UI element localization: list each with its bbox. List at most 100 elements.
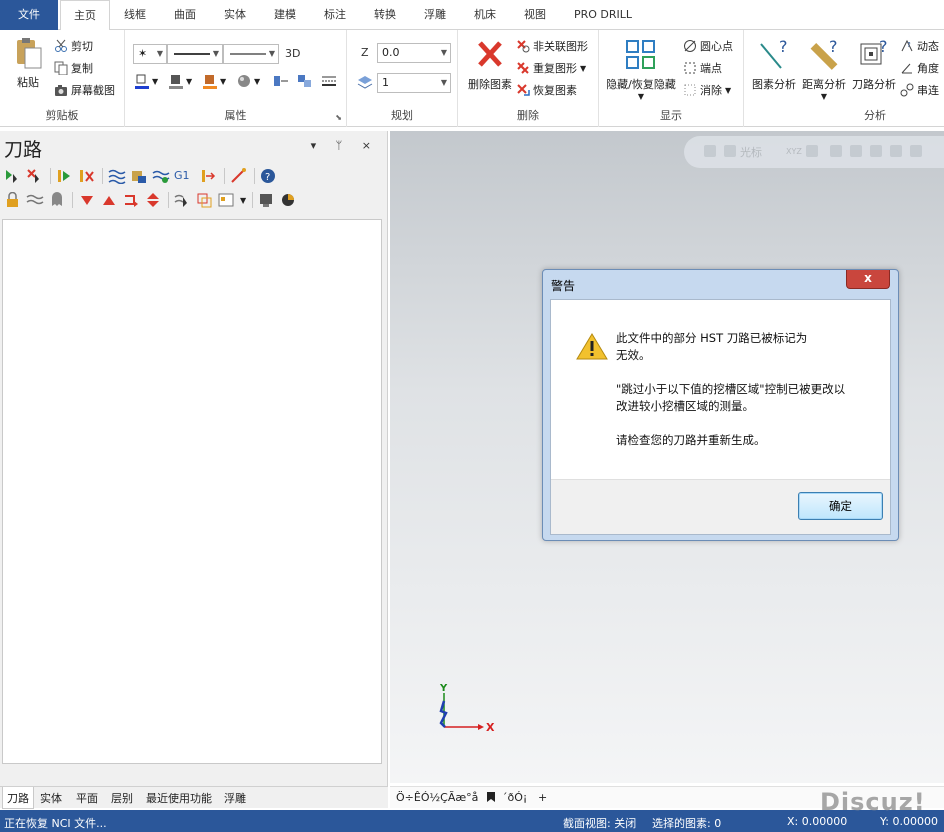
line-width-select[interactable]: ▼ — [223, 44, 279, 64]
entity-analysis-label: 图素分析 — [752, 78, 796, 91]
chain-analysis-label: 串连 — [917, 84, 939, 97]
center-point-button[interactable]: 圆心点 — [683, 38, 733, 54]
body-select-icon[interactable] — [890, 145, 902, 157]
lock-icon[interactable] — [4, 191, 22, 208]
wireframe-color-button[interactable]: ▼ — [135, 74, 158, 89]
tab-relief[interactable]: 浮雕 — [414, 0, 456, 30]
select-all-operations-icon[interactable] — [4, 168, 22, 184]
tab-transform[interactable]: 转换 — [364, 0, 406, 30]
cursor-icon[interactable] — [724, 145, 736, 157]
face-select-icon[interactable] — [870, 145, 882, 157]
tab-surface[interactable]: 曲面 — [164, 0, 206, 30]
point-style-select[interactable]: ✶ ▼ — [133, 44, 167, 64]
viewport-tab-main[interactable]: Ö÷ÊÓ½ÇÃæ°å — [396, 791, 478, 804]
toggle-post-icon[interactable] — [48, 192, 66, 208]
chain-analysis-button[interactable]: 串连 — [900, 82, 939, 98]
regenerate-dirty-icon[interactable] — [78, 168, 96, 184]
select-arrow-icon[interactable] — [830, 145, 842, 157]
select-by-entity-icon[interactable] — [174, 192, 192, 208]
dynamic-analysis-button[interactable]: ? 动态 — [900, 38, 939, 54]
solid-select-icon[interactable] — [850, 145, 862, 157]
panel-window-controls[interactable]: ▾ ᛘ × — [311, 139, 379, 152]
cut-button[interactable]: 剪切 — [54, 38, 93, 54]
solid-color-button[interactable]: ▼ — [169, 74, 192, 89]
set-attributes-button[interactable] — [273, 74, 290, 88]
machine-setup-icon[interactable] — [258, 192, 276, 208]
edge-select-icon[interactable] — [910, 145, 922, 157]
mode-3d-toggle[interactable]: 3D — [285, 47, 300, 60]
line-weight-button[interactable] — [321, 74, 338, 88]
chevron-down-icon[interactable]: ▼ — [240, 196, 246, 205]
delete-entities-button[interactable]: 删除图素 — [464, 38, 516, 92]
panel-tab-toolpaths[interactable]: 刀路 — [2, 787, 34, 809]
post-selected-icon[interactable] — [200, 168, 218, 184]
panel-tab-recent-functions[interactable]: 最近使用功能 — [146, 790, 212, 806]
cursor-mode-label[interactable]: 光标 — [740, 144, 762, 160]
copy-label: 复制 — [71, 62, 93, 75]
paste-button[interactable]: 粘贴 — [8, 36, 48, 90]
move-insert-down-icon[interactable] — [78, 192, 96, 208]
bookmark-icon[interactable] — [486, 791, 496, 806]
clear-button[interactable]: 消除 ▼ — [683, 82, 731, 98]
tab-pro-drill[interactable]: PRO DRILL — [566, 0, 640, 30]
display-options-icon[interactable] — [218, 192, 236, 208]
simulate-icon[interactable] — [152, 168, 170, 184]
regenerate-selected-icon[interactable] — [56, 168, 74, 184]
post-g1-button[interactable]: G1 — [174, 168, 196, 184]
panel-tab-relief[interactable]: 浮雕 — [224, 790, 246, 806]
copy-button[interactable]: 复制 — [54, 60, 93, 76]
line-style-select[interactable]: ▼ — [167, 44, 223, 64]
panel-tab-solids[interactable]: 实体 — [40, 790, 62, 806]
highlight-icon[interactable] — [196, 192, 214, 208]
x-axis-label: X — [486, 721, 495, 734]
toolpath-analysis-button[interactable]: ? 刀路分析 — [848, 37, 900, 92]
viewport-tab-second[interactable]: ´ðÓ¡ — [502, 791, 527, 804]
highspeed-toolpath-icon[interactable] — [230, 168, 248, 184]
angle-analysis-button[interactable]: 角度 — [900, 60, 939, 76]
insert-after-icon[interactable] — [122, 192, 140, 208]
duplicate-button[interactable]: 重复图形 ▼ — [516, 60, 586, 76]
tab-file[interactable]: 文件 — [0, 0, 58, 30]
snap-icon[interactable] — [806, 145, 818, 157]
tab-machine[interactable]: 机床 — [464, 0, 506, 30]
hide-restore-button[interactable]: 隐藏/恢复隐藏 ▼ — [605, 38, 677, 101]
level-input[interactable]: 1 ▼ — [377, 73, 451, 93]
scroll-insert-icon[interactable] — [144, 192, 162, 208]
x-coordinate: X: 0.00000 — [787, 815, 848, 828]
distance-analysis-button[interactable]: ? 距离分析 ▼ — [798, 37, 850, 101]
tab-solid[interactable]: 实体 — [214, 0, 256, 30]
toolpath-tree[interactable] — [2, 219, 382, 764]
material-button[interactable]: ▼ — [237, 74, 260, 88]
move-insert-up-icon[interactable] — [100, 192, 118, 208]
non-associative-button[interactable]: 非关联图形 — [516, 38, 588, 54]
dialog-close-button[interactable]: x — [846, 270, 890, 289]
scissors-icon — [54, 39, 68, 53]
toggle-toolpath-display-icon[interactable] — [26, 192, 44, 208]
deselect-operations-icon[interactable] — [26, 168, 44, 184]
lock-icon[interactable] — [704, 145, 716, 157]
surface-color-button[interactable]: ▼ — [203, 74, 226, 89]
add-viewport-tab-button[interactable]: + — [538, 791, 547, 804]
xyz-icon[interactable]: XYZ — [786, 147, 802, 156]
toolpath-analysis-icon: ? — [857, 37, 891, 72]
endpoints-button[interactable]: 端点 — [683, 60, 722, 76]
z-depth-input[interactable]: 0.0 ▼ — [377, 43, 451, 63]
tab-model[interactable]: 建模 — [264, 0, 306, 30]
dialog-launcher-icon[interactable]: ⬊ — [335, 113, 342, 122]
help-icon[interactable]: ? — [260, 168, 278, 184]
verify-icon[interactable] — [130, 168, 148, 184]
tab-view[interactable]: 视图 — [514, 0, 556, 30]
restore-entities-button[interactable]: 恢复图素 — [516, 82, 577, 98]
panel-tab-levels[interactable]: 层别 — [111, 790, 133, 806]
section-view-status[interactable]: 截面视图: 关闭 — [563, 815, 636, 831]
tab-home[interactable]: 主页 — [60, 0, 110, 31]
toolpath-manager-icon[interactable] — [280, 192, 298, 208]
ok-button[interactable]: 确定 — [798, 492, 883, 520]
backplot-icon[interactable] — [108, 168, 126, 185]
screenshot-button[interactable]: 屏幕截图 — [54, 82, 115, 98]
entity-analysis-button[interactable]: ? 图素分析 — [748, 37, 800, 92]
change-attributes-button[interactable] — [297, 74, 314, 88]
panel-tab-planes[interactable]: 平面 — [76, 790, 98, 806]
tab-annotate[interactable]: 标注 — [314, 0, 356, 30]
tab-wireframe[interactable]: 线框 — [114, 0, 156, 30]
